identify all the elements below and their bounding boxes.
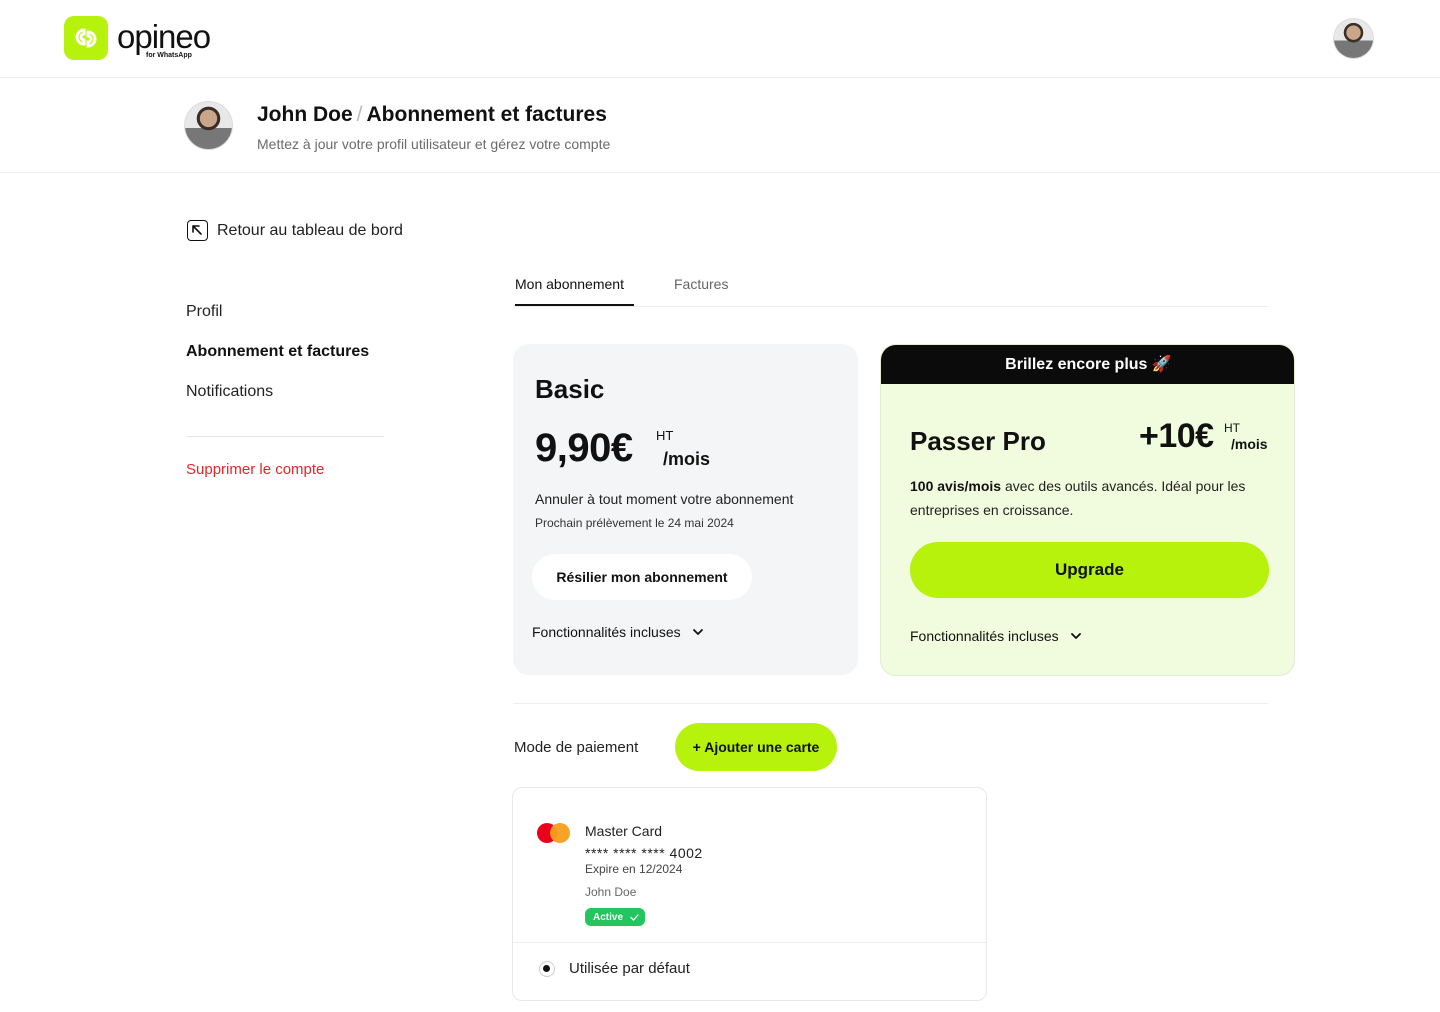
upgrade-banner: Brillez encore plus 🚀 <box>881 345 1294 384</box>
card-holder: John Doe <box>585 885 637 899</box>
check-icon <box>630 913 639 921</box>
upgrade-features-label: Fonctionnalités incluses <box>910 628 1059 644</box>
chevron-down-icon <box>1070 633 1081 639</box>
subscription-tabs: Mon abonnement Factures <box>515 270 1268 307</box>
logo-mark-icon <box>64 16 108 60</box>
plan-tax-label: HT <box>656 428 674 443</box>
upgrade-tax-label: HT <box>1224 421 1240 435</box>
tab-mon-abonnement[interactable]: Mon abonnement <box>515 276 624 292</box>
profile-avatar <box>184 101 233 150</box>
sidebar-item-profil[interactable]: Profil <box>186 303 222 321</box>
next-charge-text: Prochain prélèvement le 24 mai 2024 <box>535 516 734 530</box>
top-bar: opineo for WhatsApp <box>0 0 1440 78</box>
upgrade-plan-price: +10€ <box>1139 417 1214 455</box>
sidebar-item-abonnement[interactable]: Abonnement et factures <box>186 343 369 361</box>
card-brand: Master Card <box>585 823 663 839</box>
page-subtitle: Mettez à jour votre profil utilisateur e… <box>257 136 611 152</box>
cancel-subscription-button[interactable]: Résilier mon abonnement <box>532 554 752 600</box>
back-to-dashboard-link[interactable]: Retour au tableau de bord <box>187 220 403 241</box>
back-link-label: Retour au tableau de bord <box>217 221 403 239</box>
sidebar-divider <box>186 436 384 437</box>
features-toggle[interactable]: Fonctionnalités incluses <box>532 624 705 640</box>
user-name: John Doe <box>257 103 353 126</box>
section-title: Abonnement et factures <box>366 103 607 126</box>
default-card-radio[interactable] <box>539 961 555 977</box>
upgrade-period: /mois <box>1231 436 1268 452</box>
section-divider <box>513 703 1268 704</box>
upgrade-plan-name: Passer Pro <box>910 426 1046 456</box>
add-card-button[interactable]: + Ajouter une carte <box>675 723 837 771</box>
card-expiry: Expire en 12/2024 <box>585 862 683 876</box>
delete-account-link[interactable]: Supprimer le compte <box>186 461 324 478</box>
page-title: John Doe / Abonnement et factures <box>257 103 607 127</box>
chevron-down-icon <box>692 629 703 635</box>
card-divider <box>513 942 986 943</box>
mastercard-icon <box>537 823 571 843</box>
brand-logo[interactable]: opineo for WhatsApp <box>64 16 227 60</box>
features-label: Fonctionnalités incluses <box>532 624 681 640</box>
upgrade-plan-card: Brillez encore plus 🚀 Passer Pro +10€ HT… <box>880 344 1295 676</box>
upgrade-features-toggle[interactable]: Fonctionnalités incluses <box>910 628 1083 644</box>
payment-card: Master Card **** **** **** 4002 Expire e… <box>512 787 987 1001</box>
active-tab-indicator <box>515 304 634 306</box>
tab-factures[interactable]: Factures <box>674 276 728 292</box>
cancel-anytime-text: Annuler à tout moment votre abonnement <box>535 491 794 507</box>
status-badge: Active <box>585 908 646 926</box>
sidebar-item-notifications[interactable]: Notifications <box>186 383 273 401</box>
arrow-up-left-icon <box>187 220 208 241</box>
upgrade-description: 100 avis/mois avec des outils avancés. I… <box>910 474 1280 522</box>
user-avatar[interactable] <box>1333 18 1374 59</box>
upgrade-button[interactable]: Upgrade <box>910 542 1269 598</box>
default-card-label: Utilisée par défaut <box>569 960 690 977</box>
upgrade-description-highlight: 100 avis/mois <box>910 478 1002 494</box>
plan-name: Basic <box>535 374 605 404</box>
current-plan-card: Basic 9,90€ HT /mois Annuler à tout mome… <box>513 344 858 675</box>
profile-header: John Doe / Abonnement et factures Mettez à… <box>0 78 1440 173</box>
breadcrumb-separator: / <box>356 103 363 126</box>
plan-period: /mois <box>663 449 711 469</box>
brand-tagline: for WhatsApp <box>146 52 192 59</box>
plan-price: 9,90€ <box>535 426 633 470</box>
status-badge-label: Active <box>593 911 624 923</box>
payment-method-label: Mode de paiement <box>514 739 639 756</box>
card-number: **** **** **** 4002 <box>585 845 703 861</box>
